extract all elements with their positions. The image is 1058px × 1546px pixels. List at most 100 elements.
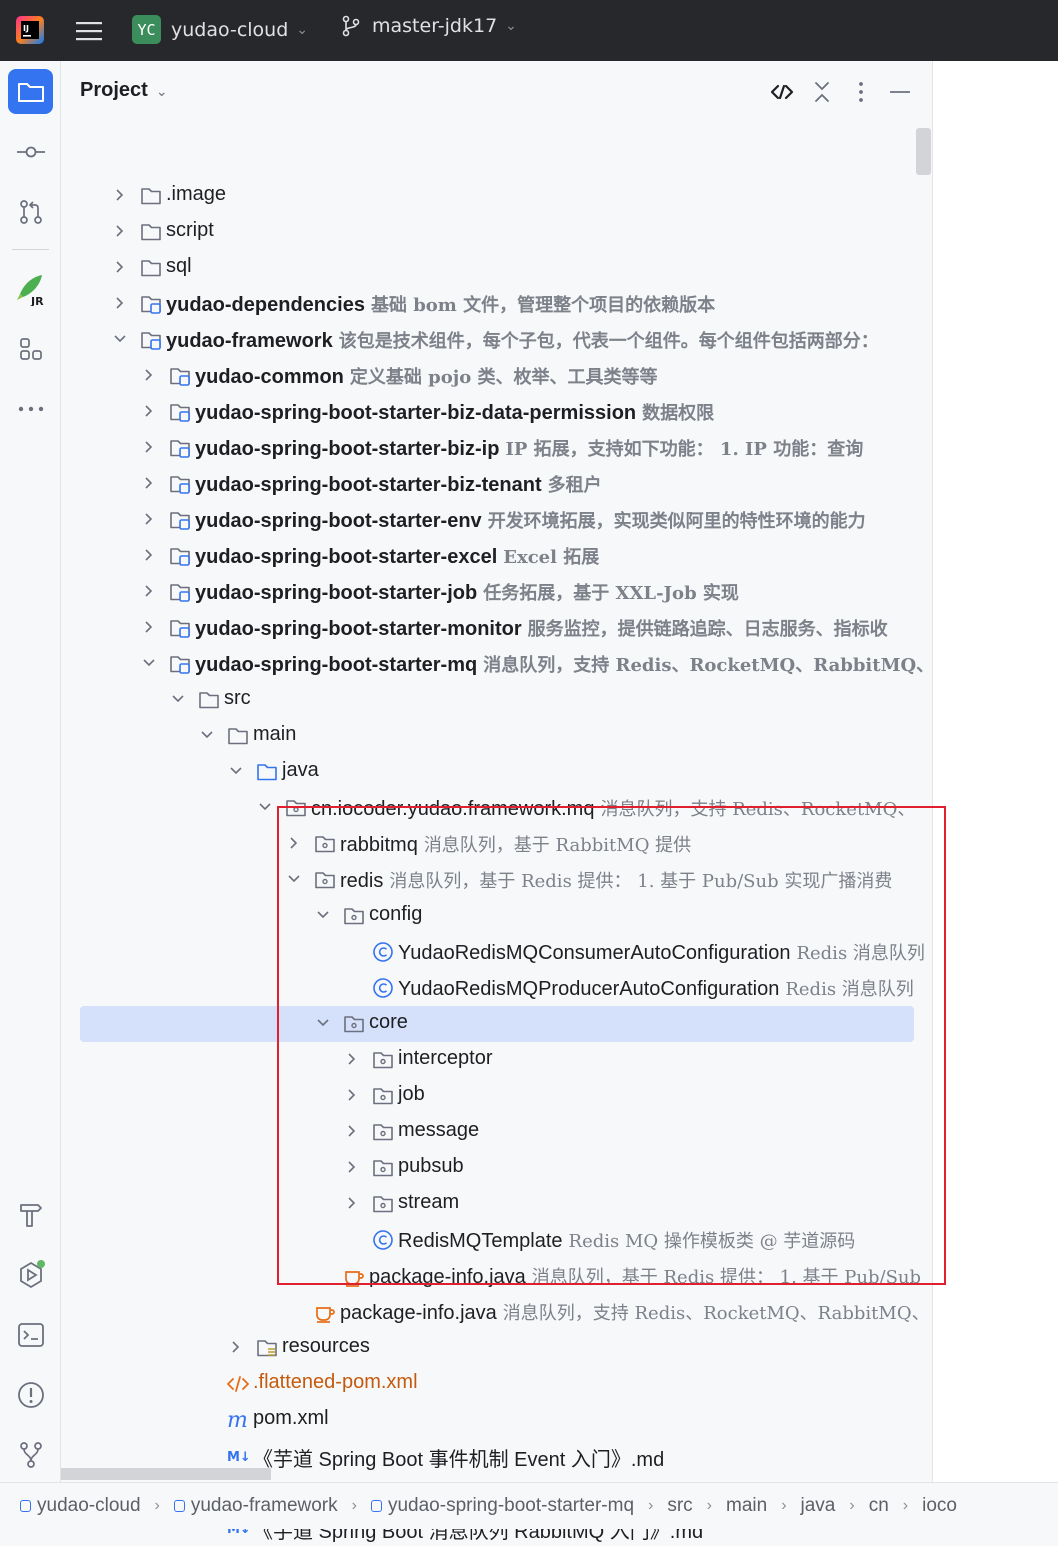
tree-row-interceptor[interactable]: interceptor <box>61 1042 932 1078</box>
chevron-right-icon[interactable] <box>345 1088 359 1102</box>
chevron-down-icon[interactable] <box>142 656 156 670</box>
tree-row-template[interactable]: RedisMQTemplate Redis MQ 操作模板类 @ 芋道源码 <box>61 1222 932 1258</box>
chevron-right-icon[interactable] <box>142 476 156 490</box>
chevron-down-icon[interactable] <box>258 800 272 814</box>
tree-row-pkginfo2[interactable]: package-info.java 消息队列，支持 Redis、RocketMQ、… <box>61 1294 932 1330</box>
tree-row-env[interactable]: yudao-spring-boot-starter-env 开发环境拓展，实现类似… <box>61 502 932 538</box>
chevron-down-icon[interactable] <box>316 908 330 922</box>
services-tool-button[interactable] <box>8 1252 53 1297</box>
tree-row-producer[interactable]: YudaoRedisMQProducerAutoConfiguration Red… <box>61 970 932 1006</box>
chevron-down-icon[interactable] <box>113 332 127 346</box>
branch-switcher[interactable]: master-jdk17 ⌄ <box>340 15 517 37</box>
tree-row-main[interactable]: main <box>61 718 932 754</box>
jrebel-tool-button[interactable]: JR <box>8 266 53 311</box>
chevron-down-icon[interactable] <box>229 764 243 778</box>
project-switcher[interactable]: YC yudao-cloud ⌄ <box>132 15 308 44</box>
breadcrumb-item[interactable]: main › <box>726 1495 801 1517</box>
tree-row-monitor[interactable]: yudao-spring-boot-starter-monitor 服务监控，提供… <box>61 610 932 646</box>
tree-row-rabbitmq[interactable]: rabbitmq 消息队列，基于 RabbitMQ 提供 <box>61 826 932 862</box>
tree-row-resources[interactable]: resources <box>61 1330 932 1366</box>
chevron-down-icon[interactable] <box>316 1016 330 1030</box>
tree-row-image[interactable]: .image <box>61 178 932 214</box>
tree-item-label: YudaoRedisMQConsumerAutoConfiguration Red… <box>398 939 925 965</box>
title-bar: IJ YC yudao-cloud ⌄ master-jdk17 ⌄ <box>0 0 1058 61</box>
tree-row-message[interactable]: message <box>61 1114 932 1150</box>
main-menu-icon[interactable] <box>76 20 102 42</box>
chevron-right-icon[interactable] <box>113 224 127 238</box>
breadcrumb-item[interactable]: ioco <box>922 1495 957 1517</box>
intellij-logo-icon[interactable]: IJ <box>16 16 44 44</box>
chevron-down-icon: ⌄ <box>296 21 309 38</box>
tree-row-config[interactable]: config <box>61 898 932 934</box>
chevron-right-icon[interactable] <box>229 1340 243 1354</box>
tree-row-pubsub[interactable]: pubsub <box>61 1150 932 1186</box>
chevron-down-icon[interactable] <box>287 872 301 886</box>
tree-item-label: 《芋道 Spring Boot 事件机制 Event 入门》.md <box>253 1443 664 1472</box>
breadcrumb-item[interactable]: java › <box>801 1495 869 1517</box>
tree-row-consumer[interactable]: YudaoRedisMQConsumerAutoConfiguration Red… <box>61 934 932 970</box>
tree-row-tenant[interactable]: yudao-spring-boot-starter-biz-tenant 多租户 <box>61 466 932 502</box>
tree-row-pom[interactable]: m pom.xml <box>61 1402 932 1438</box>
vertical-scrollbar[interactable] <box>916 128 931 175</box>
problems-tool-button[interactable] <box>8 1372 53 1417</box>
chevron-right-icon[interactable] <box>142 548 156 562</box>
pull-requests-tool-button[interactable] <box>8 189 53 234</box>
build-tool-button[interactable] <box>8 1192 53 1237</box>
tree-row-deps[interactable]: yudao-dependencies 基础 bom 文件，管理整个项目的依赖版本 <box>61 286 932 322</box>
tree-row-java[interactable]: java <box>61 754 932 790</box>
editor-area <box>932 61 1058 1482</box>
chevron-down-icon[interactable] <box>171 692 185 706</box>
tree-row-sql[interactable]: sql <box>61 250 932 286</box>
breadcrumb-item[interactable]: src › <box>667 1495 726 1517</box>
tree-row-framework[interactable]: yudao-framework 该包是技术组件，每个子包，代表一个组件。每个组件包… <box>61 322 932 358</box>
chevron-right-icon[interactable] <box>113 188 127 202</box>
tree-row-pkg[interactable]: cn.iocoder.yudao.framework.mq 消息队列，支持 Red… <box>61 790 932 826</box>
tree-row-job[interactable]: yudao-spring-boot-starter-job 任务拓展，基于 XXL… <box>61 574 932 610</box>
chevron-right-icon[interactable] <box>345 1124 359 1138</box>
chevron-right-icon[interactable] <box>142 368 156 382</box>
chevron-right-icon[interactable] <box>113 296 127 310</box>
chevron-right-icon[interactable] <box>113 260 127 274</box>
chevron-right-icon[interactable] <box>345 1160 359 1174</box>
tree-row-common[interactable]: yudao-common 定义基础 pojo 类、枚举、工具类等等 <box>61 358 932 394</box>
tree-row-flat[interactable]: .flattened-pom.xml <box>61 1366 932 1402</box>
options-menu-icon[interactable] <box>848 79 874 105</box>
chevron-down-icon[interactable] <box>200 728 214 742</box>
tree-row-redis[interactable]: redis 消息队列，基于 Redis 提供： 1. 基于 Pub/Sub 实现广… <box>61 862 932 898</box>
chevron-right-icon[interactable] <box>345 1196 359 1210</box>
more-tools-button[interactable] <box>8 386 53 431</box>
breadcrumb-item[interactable]: yudao-framework › <box>173 1495 371 1517</box>
horizontal-scrollbar[interactable] <box>61 1468 271 1480</box>
panel-title-dropdown[interactable]: Project ⌄ <box>80 79 168 102</box>
breadcrumb-item[interactable]: yudao-spring-boot-starter-mq › <box>370 1495 667 1517</box>
commit-tool-button[interactable] <box>8 129 53 174</box>
tree-row-excel[interactable]: yudao-spring-boot-starter-excel Excel 拓展 <box>61 538 932 574</box>
item-name: yudao-spring-boot-starter-biz-ip <box>195 438 500 460</box>
tree-row-dataperm[interactable]: yudao-spring-boot-starter-biz-data-permi… <box>61 394 932 430</box>
chevron-right-icon[interactable] <box>287 836 301 850</box>
tree-row-script[interactable]: script <box>61 214 932 250</box>
project-tool-button[interactable] <box>8 69 53 114</box>
hide-panel-icon[interactable] <box>887 79 913 105</box>
collapse-all-icon[interactable] <box>809 79 835 105</box>
module-icon <box>20 1500 31 1512</box>
tree-row-src[interactable]: src <box>61 682 932 718</box>
chevron-right-icon[interactable] <box>142 404 156 418</box>
select-opened-file-icon[interactable] <box>769 79 795 105</box>
breadcrumb-item[interactable]: cn › <box>869 1495 922 1517</box>
chevron-right-icon[interactable] <box>142 620 156 634</box>
tree-row-core[interactable]: core <box>80 1006 914 1042</box>
tree-row-stream[interactable]: stream <box>61 1186 932 1222</box>
structure-tool-button[interactable] <box>8 326 53 371</box>
tree-row-bizip[interactable]: yudao-spring-boot-starter-biz-ip IP 拓展，支持… <box>61 430 932 466</box>
chevron-right-icon[interactable] <box>142 584 156 598</box>
tree-row-pkginfo1[interactable]: package-info.java 消息队列，基于 Redis 提供： 1. 基于… <box>61 1258 932 1294</box>
terminal-tool-button[interactable] <box>8 1312 53 1357</box>
tree-row-mq[interactable]: yudao-spring-boot-starter-mq 消息队列，支持 Redi… <box>61 646 932 682</box>
chevron-right-icon[interactable] <box>142 512 156 526</box>
tree-row-jobpkg[interactable]: job <box>61 1078 932 1114</box>
chevron-right-icon[interactable] <box>345 1052 359 1066</box>
chevron-right-icon[interactable] <box>142 440 156 454</box>
git-tool-button[interactable] <box>8 1432 53 1477</box>
breadcrumb-item[interactable]: yudao-cloud › <box>20 1495 174 1517</box>
